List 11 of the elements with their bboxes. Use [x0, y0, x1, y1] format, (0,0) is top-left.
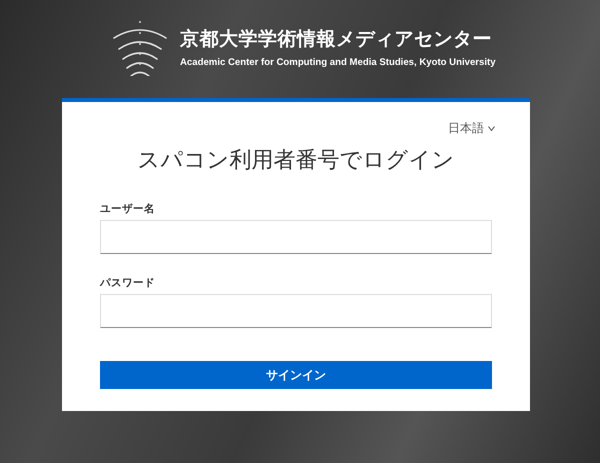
language-selector[interactable]: 日本語 — [448, 120, 495, 137]
sign-in-button[interactable]: サインイン — [100, 361, 492, 389]
username-field[interactable] — [100, 220, 492, 254]
caret-icon — [488, 126, 495, 131]
password-field[interactable] — [100, 294, 492, 328]
logo-icon — [112, 18, 168, 76]
field-label: パスワード — [100, 276, 156, 290]
site-title: 京都大学学術情報メディアセンター — [180, 27, 493, 52]
login-heading: スパコン利用者番号でログイン — [136, 147, 456, 175]
site-subtitle: Academic Center for Computing and Media Studies, Kyoto University — [180, 57, 496, 68]
field-label: ユーザー名 — [100, 202, 156, 216]
